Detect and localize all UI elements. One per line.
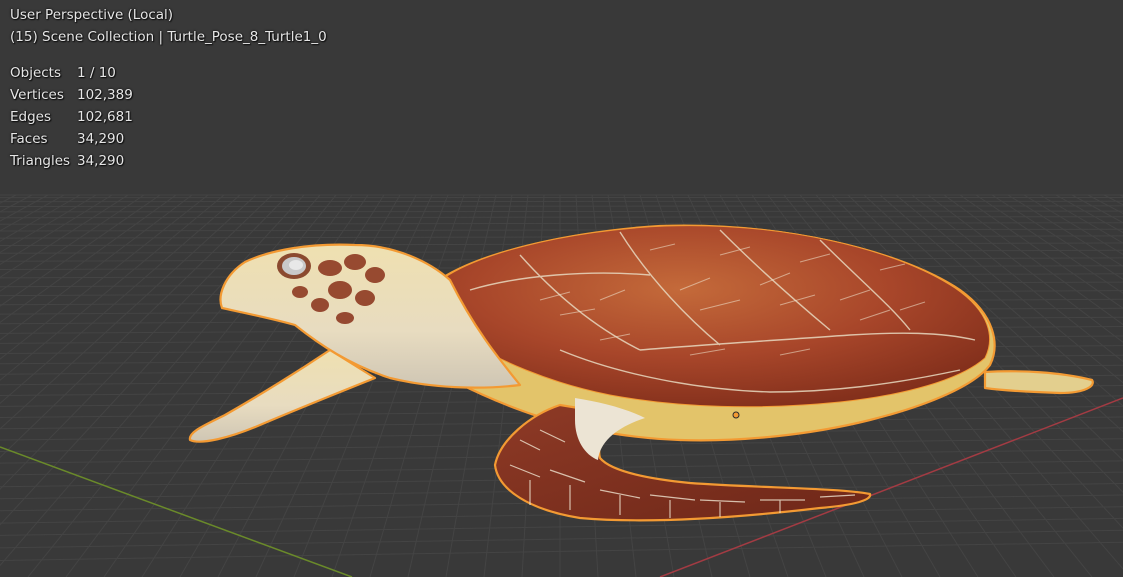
stat-label: Objects <box>10 65 62 81</box>
stat-value: 102,389 <box>77 87 133 103</box>
grid-line <box>0 216 1123 219</box>
stat-label: Faces <box>10 131 48 147</box>
grid-line <box>0 210 1123 213</box>
origin-dot-icon <box>732 411 740 419</box>
stat-value: 102,681 <box>77 109 133 125</box>
grid-line <box>0 194 17 204</box>
view-name-text: User Perspective (Local) <box>10 7 174 23</box>
stat-value: 34,290 <box>77 131 125 147</box>
stat-row-objects: Objects 1 / 10 <box>10 62 327 84</box>
collection-text: (15) Scene Collection | Turtle_Pose_8_Tu… <box>10 29 327 45</box>
stat-row-vertices: Vertices 102,389 <box>10 84 327 106</box>
grid-line <box>0 228 1123 232</box>
stat-label: Vertices <box>10 87 64 103</box>
stat-row-faces: Faces 34,290 <box>10 128 327 150</box>
grid-line <box>0 194 49 222</box>
grid-line <box>0 194 97 254</box>
stat-row-edges: Edges 102,681 <box>10 106 327 128</box>
grid-line <box>0 222 1123 225</box>
grid-line <box>0 205 1123 207</box>
stat-label: Triangles <box>10 153 71 169</box>
viewport-info-overlay: User Perspective (Local) (15) Scene Coll… <box>10 4 327 172</box>
grid-line <box>0 194 145 292</box>
back-flipper <box>983 370 1094 395</box>
stat-label: Edges <box>10 109 52 125</box>
grid-line <box>0 194 177 323</box>
scene-statistics: Objects 1 / 10 Vertices 102,389 Edges 10… <box>10 62 327 172</box>
grid-line <box>0 194 113 266</box>
turtle-eye <box>277 253 311 279</box>
stat-row-triangles: Triangles 34,290 <box>10 150 327 172</box>
left-front-flipper <box>188 348 377 443</box>
stat-value: 34,290 <box>77 153 125 169</box>
grid-line <box>0 194 65 232</box>
3d-viewport[interactable]: User Perspective (Local) (15) Scene Coll… <box>0 0 1123 577</box>
stat-value: 1 / 10 <box>77 65 116 81</box>
